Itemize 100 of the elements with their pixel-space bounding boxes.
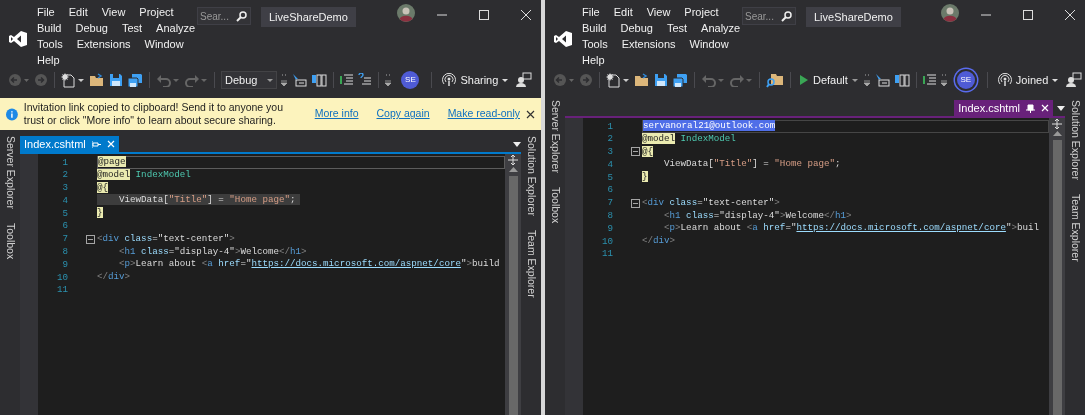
line-number: 3 xyxy=(61,181,68,195)
info-link[interactable]: More info xyxy=(314,106,359,122)
pinned-icon[interactable] xyxy=(1026,103,1035,113)
menu-item[interactable]: Build xyxy=(37,21,62,35)
redo-icon[interactable] xyxy=(729,73,753,87)
overflow-icon[interactable] xyxy=(863,73,870,87)
scroll-up-icon[interactable] xyxy=(1052,130,1062,138)
overflow-icon[interactable] xyxy=(940,73,947,87)
cursor-box-icon[interactable] xyxy=(291,73,308,87)
code-line: ViewData["Title"] = "Home page"; xyxy=(663,158,842,172)
menu-item[interactable]: Analyze xyxy=(701,21,741,35)
maximize-icon[interactable] xyxy=(478,9,490,21)
menu-item[interactable]: Help xyxy=(37,53,60,67)
undo-icon[interactable] xyxy=(701,73,725,87)
feedback-icon[interactable] xyxy=(516,72,533,88)
broadcast-icon xyxy=(997,73,1012,87)
info-link[interactable]: Make read-only xyxy=(447,106,520,122)
folder-icon[interactable] xyxy=(634,73,650,87)
share-button[interactable]: Joined xyxy=(993,71,1063,89)
menu-item[interactable]: Test xyxy=(121,21,143,35)
code-line: <div class="text-center"> xyxy=(97,232,236,246)
code-line: <h1 class="display-4">Welcome</h1> xyxy=(118,245,308,259)
tool-window-tab[interactable]: Server Explorer xyxy=(2,136,18,209)
line-number: 11 xyxy=(600,247,613,262)
overflow-icon[interactable] xyxy=(281,73,288,87)
scrollbar[interactable] xyxy=(1049,118,1065,415)
menu-item[interactable]: File xyxy=(37,5,55,19)
document-tab[interactable]: Index.cshtml xyxy=(954,100,1053,116)
tool-window-tab[interactable]: Team Explorer xyxy=(523,229,539,298)
scrollbar[interactable] xyxy=(505,154,521,415)
tab-list-icon[interactable] xyxy=(1057,105,1065,111)
uncomment-lines-icon[interactable] xyxy=(358,73,373,87)
redo-icon[interactable] xyxy=(184,73,208,87)
close-icon[interactable] xyxy=(526,109,535,119)
user-avatar[interactable]: SE xyxy=(956,71,975,89)
tool-window-tab[interactable]: Team Explorer xyxy=(1067,193,1083,262)
new-item-icon[interactable] xyxy=(61,72,85,88)
caret-icon xyxy=(502,78,509,82)
configuration-dropdown[interactable]: Debug xyxy=(221,71,278,89)
menu-item[interactable]: Debug xyxy=(620,21,653,35)
save-all-icon[interactable] xyxy=(672,72,688,88)
save-icon[interactable] xyxy=(109,73,123,87)
menu-item[interactable]: Tools xyxy=(37,37,63,51)
save-icon[interactable] xyxy=(654,73,668,87)
menu-item[interactable]: Test xyxy=(666,21,688,35)
search-field[interactable]: Sear... xyxy=(197,7,251,25)
new-item-icon[interactable] xyxy=(606,72,630,88)
menu-item[interactable]: Extensions xyxy=(76,37,131,51)
menu-item[interactable]: Edit xyxy=(613,5,633,19)
comment-lines-icon[interactable] xyxy=(922,73,937,87)
line-number: 2 xyxy=(61,168,68,183)
tool-window-tab[interactable]: Solution Explorer xyxy=(523,136,539,216)
tool-window-tab[interactable]: Toolbox xyxy=(2,222,18,260)
undo-icon[interactable] xyxy=(156,73,180,87)
run-button[interactable]: Default xyxy=(797,71,860,89)
overflow-icon[interactable] xyxy=(385,73,392,87)
menu-item[interactable]: Project xyxy=(684,5,719,19)
menu-item[interactable]: Debug xyxy=(75,21,108,35)
menu-item[interactable]: View xyxy=(101,5,126,19)
tool-window-tab[interactable]: Solution Explorer xyxy=(1067,100,1083,180)
scroll-up-icon[interactable] xyxy=(508,166,518,174)
menu-item[interactable]: View xyxy=(646,5,671,19)
columns-icon[interactable] xyxy=(311,73,328,87)
menu-item[interactable]: Window xyxy=(689,37,729,51)
menu-item[interactable]: Project xyxy=(139,5,174,19)
line-number: 1 xyxy=(61,155,68,170)
tool-window-tab[interactable]: Server Explorer xyxy=(547,100,563,173)
tab-list-icon[interactable] xyxy=(513,141,521,147)
document-tab[interactable]: Index.cshtml xyxy=(20,136,119,152)
play-icon xyxy=(799,74,809,86)
split-icon[interactable] xyxy=(507,154,519,166)
menu-item[interactable]: Edit xyxy=(68,5,88,19)
scrollbar-thumb[interactable] xyxy=(508,176,518,415)
search-field[interactable]: Sear... xyxy=(742,7,796,25)
split-icon[interactable] xyxy=(1051,118,1063,130)
collapse-icon[interactable] xyxy=(631,198,640,208)
folder-icon[interactable] xyxy=(89,73,105,87)
menu-item[interactable]: Extensions xyxy=(621,37,676,51)
menu-item[interactable]: Analyze xyxy=(156,21,196,35)
share-button[interactable]: Sharing xyxy=(438,71,513,89)
scrollbar-thumb[interactable] xyxy=(1052,140,1062,415)
menu-item[interactable]: Help xyxy=(582,53,605,67)
collapse-icon[interactable] xyxy=(631,147,640,157)
cursor-box-icon[interactable] xyxy=(873,73,890,87)
folder-search-icon[interactable] xyxy=(766,72,784,88)
menu-item[interactable]: Build xyxy=(582,21,607,35)
comment-lines-icon[interactable] xyxy=(340,73,355,87)
save-all-icon[interactable] xyxy=(127,72,143,88)
pin-icon[interactable] xyxy=(91,139,101,149)
menu-item[interactable]: File xyxy=(582,5,600,19)
collapse-icon[interactable] xyxy=(86,234,95,244)
feedback-icon[interactable] xyxy=(1066,72,1083,88)
user-avatar[interactable]: SE xyxy=(401,71,420,89)
maximize-icon[interactable] xyxy=(1022,9,1034,21)
menu-item[interactable]: Window xyxy=(144,37,184,51)
columns-icon[interactable] xyxy=(893,73,910,87)
info-link[interactable]: Copy again xyxy=(376,106,430,122)
tool-window-tab[interactable]: Toolbox xyxy=(547,186,563,224)
line-number: 9 xyxy=(606,221,613,236)
menu-item[interactable]: Tools xyxy=(582,37,608,51)
